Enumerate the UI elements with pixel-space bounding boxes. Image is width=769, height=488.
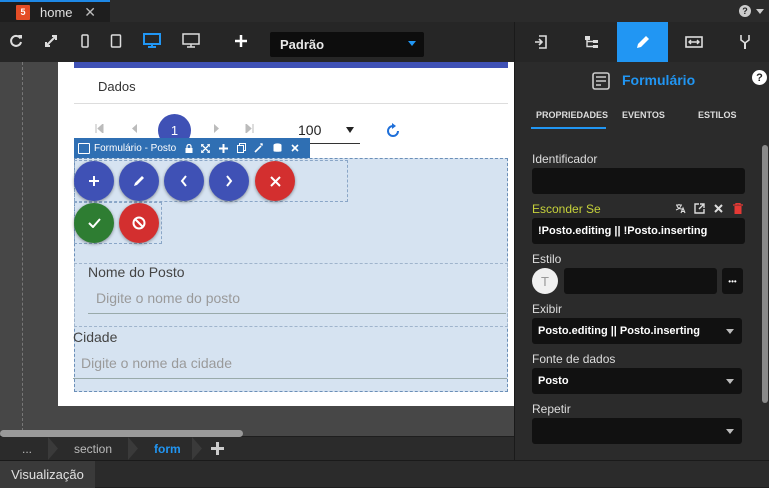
subtab-eventos[interactable]: EVENTOS — [622, 110, 665, 120]
phone-icon[interactable] — [74, 30, 96, 52]
desktop-icon[interactable] — [141, 30, 163, 52]
tab-dados-label: Dados — [98, 79, 136, 94]
help-icon[interactable]: ? — [752, 70, 767, 85]
expand-icon[interactable] — [196, 143, 214, 153]
chevron-down-icon — [408, 41, 416, 46]
save-button[interactable] — [74, 203, 114, 243]
previous-button[interactable] — [164, 161, 204, 201]
breadcrumb-separator-icon — [192, 437, 202, 460]
tab-home[interactable]: 5 home ✕ — [0, 0, 110, 22]
panel-tabs — [515, 22, 769, 62]
reload-icon[interactable] — [384, 122, 402, 140]
form-icon — [592, 72, 610, 90]
delete-button[interactable] — [255, 161, 295, 201]
component-title: Formulário - Posto — [94, 142, 177, 154]
close-icon[interactable] — [286, 144, 304, 152]
last-page-icon[interactable] — [245, 124, 254, 133]
fonte-de-dados-value: Posto — [538, 375, 569, 387]
tab-home-label: home — [40, 4, 73, 20]
cidade-label: Cidade — [73, 329, 118, 345]
nome-posto-label: Nome do Posto — [88, 264, 185, 280]
resize-icon[interactable] — [668, 22, 719, 62]
magic-wand-icon[interactable] — [250, 143, 268, 153]
status-bar: Visualização — [0, 460, 769, 488]
chevron-down-icon — [726, 329, 734, 334]
estilo-input[interactable] — [564, 268, 717, 294]
database-icon[interactable] — [268, 143, 286, 153]
copy-icon[interactable] — [232, 143, 250, 153]
next-button[interactable] — [209, 161, 249, 201]
repetir-select[interactable] — [532, 418, 742, 444]
subtab-active-indicator — [531, 127, 606, 129]
breadcrumb-separator-icon — [128, 437, 138, 460]
tree-icon[interactable] — [566, 22, 617, 62]
subtab-estilos[interactable]: ESTILOS — [698, 110, 737, 120]
trash-icon[interactable] — [733, 203, 743, 214]
panel-title: Formulário — [622, 72, 696, 88]
breadcrumb: ... section form — [0, 437, 514, 460]
esconder-se-label: Esconder Se — [532, 202, 601, 216]
exibir-label: Exibir — [532, 302, 563, 316]
clear-icon[interactable] — [714, 204, 723, 213]
page-size-value: 100 — [298, 122, 322, 138]
style-brush-icon[interactable] — [719, 22, 769, 62]
estilo-label: Estilo — [532, 252, 562, 266]
chevron-down-icon — [346, 127, 354, 133]
esconder-se-input[interactable]: !Posto.editing || !Posto.inserting — [532, 218, 745, 244]
cancel-button[interactable] — [119, 203, 159, 243]
device-profile-select[interactable]: Padrão — [270, 32, 424, 57]
identificador-label: Identificador — [532, 152, 598, 166]
chevron-down-icon — [726, 429, 734, 434]
first-page-icon[interactable] — [95, 124, 104, 133]
estilo-more-button[interactable]: ••• — [722, 268, 743, 294]
breadcrumb-item-section[interactable]: section — [74, 437, 112, 460]
horizontal-scrollbar[interactable] — [0, 430, 243, 437]
component-selection-bar[interactable]: Formulário - Posto — [74, 138, 310, 158]
visualizacao-tab[interactable]: Visualização — [0, 461, 95, 488]
translate-icon[interactable] — [675, 203, 686, 214]
next-page-icon[interactable] — [213, 124, 220, 133]
refresh-icon[interactable] — [5, 30, 27, 52]
lock-icon[interactable] — [182, 143, 196, 153]
subtab-propriedades[interactable]: PROPRIEDADES — [536, 110, 608, 120]
external-link-icon[interactable] — [694, 203, 705, 214]
breadcrumb-separator-icon — [48, 437, 58, 460]
tab-close-icon[interactable]: ✕ — [84, 4, 96, 21]
estilo-avatar[interactable]: T — [532, 268, 558, 294]
add-icon[interactable] — [230, 30, 252, 52]
edit-properties-icon[interactable] — [617, 22, 668, 62]
editor-tab-bar: 5 home ✕ ? — [0, 0, 769, 22]
prev-page-icon[interactable] — [131, 124, 138, 133]
chevron-down-icon — [726, 379, 734, 384]
add-button[interactable] — [74, 161, 114, 201]
tab-dados[interactable]: Dados — [74, 68, 508, 104]
import-icon[interactable] — [515, 22, 566, 62]
nome-posto-input[interactable]: Digite o nome do posto — [88, 290, 506, 314]
plus-icon[interactable] — [214, 143, 232, 153]
device-profile-value: Padrão — [280, 37, 325, 52]
exibir-value: Posto.editing || Posto.inserting — [538, 325, 700, 337]
page-outline — [22, 62, 23, 436]
breadcrumb-item-root[interactable]: ... — [22, 437, 32, 460]
toolbar — [0, 22, 514, 62]
breadcrumb-item-form[interactable]: form — [154, 437, 181, 460]
help-icon[interactable]: ? — [739, 5, 751, 17]
identificador-input[interactable] — [532, 168, 745, 194]
monitor-icon[interactable] — [180, 30, 202, 52]
repetir-label: Repetir — [532, 402, 571, 416]
exibir-select[interactable]: Posto.editing || Posto.inserting — [532, 318, 742, 344]
form-icon — [78, 142, 90, 154]
fonte-de-dados-label: Fonte de dados — [532, 352, 616, 366]
tablet-icon[interactable] — [105, 30, 127, 52]
cidade-input[interactable]: Digite o nome da cidade — [73, 355, 507, 379]
edit-button[interactable] — [119, 161, 159, 201]
add-icon[interactable] — [211, 442, 224, 455]
html5-icon: 5 — [16, 4, 30, 20]
chevron-down-icon[interactable] — [756, 9, 764, 14]
fullscreen-icon[interactable] — [40, 30, 62, 52]
panel-vertical-scrollbar[interactable] — [762, 145, 768, 403]
fonte-de-dados-select[interactable]: Posto — [532, 368, 742, 394]
